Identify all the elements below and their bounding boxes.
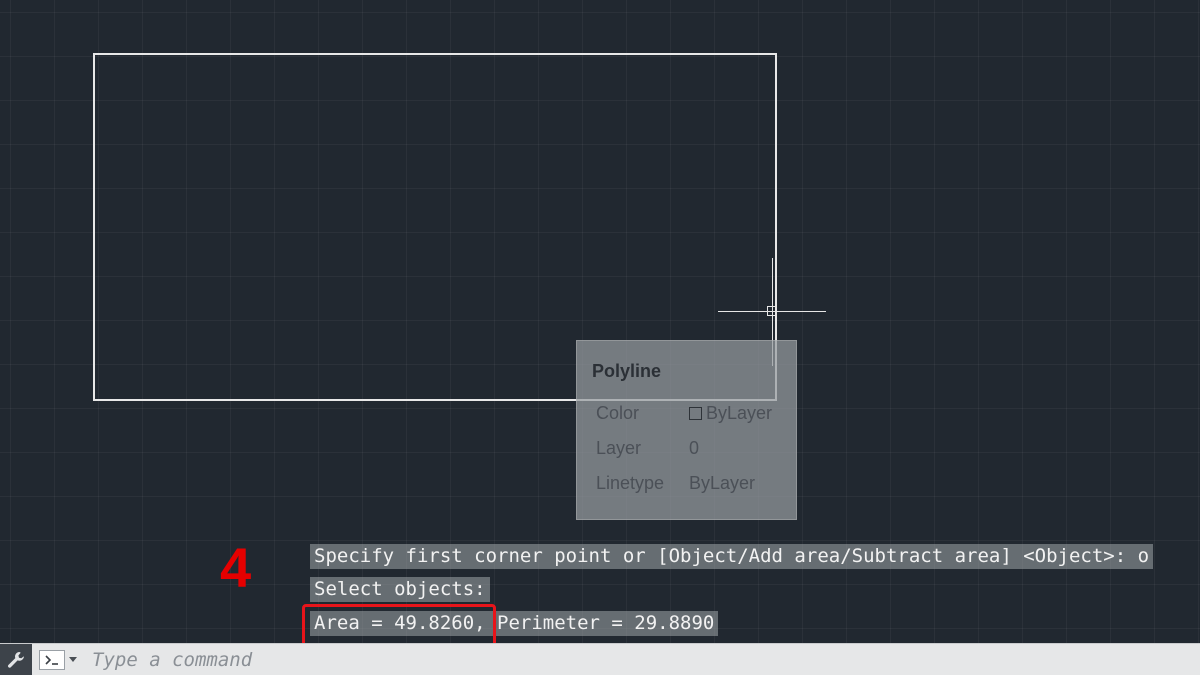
tooltip-row-value: ByLayer — [689, 403, 772, 424]
crosshair-pickbox — [767, 306, 777, 316]
command-prompt-icon[interactable] — [39, 650, 65, 670]
command-history-line: Select objects: — [310, 577, 490, 602]
tooltip-row-label: Layer — [596, 438, 642, 458]
wrench-icon[interactable] — [0, 644, 32, 675]
color-swatch-icon — [689, 407, 702, 420]
tooltip-color-value: ByLayer — [706, 403, 773, 423]
tooltip-row-value: 0 — [689, 438, 700, 458]
rollover-tooltip: Polyline Color ByLayer Layer 0 Linetype … — [576, 340, 797, 520]
tooltip-row-color: Color ByLayer — [596, 403, 772, 424]
area-highlight-box — [302, 604, 496, 648]
tooltip-row-label: Linetype — [596, 473, 665, 493]
step-number-annotation: 4 — [220, 536, 252, 599]
command-input[interactable] — [86, 646, 1198, 673]
command-history-line: Specify first corner point or [Object/Ad… — [310, 544, 1154, 569]
tooltip-title: Polyline — [592, 361, 662, 381]
tooltip-row-layer: Layer 0 — [596, 438, 699, 459]
command-bar — [0, 643, 1200, 675]
tooltip-row-value: ByLayer — [689, 473, 756, 493]
chevron-down-icon[interactable] — [69, 657, 77, 662]
tooltip-row-linetype: Linetype ByLayer — [596, 473, 755, 494]
tooltip-row-label: Color — [596, 403, 640, 423]
